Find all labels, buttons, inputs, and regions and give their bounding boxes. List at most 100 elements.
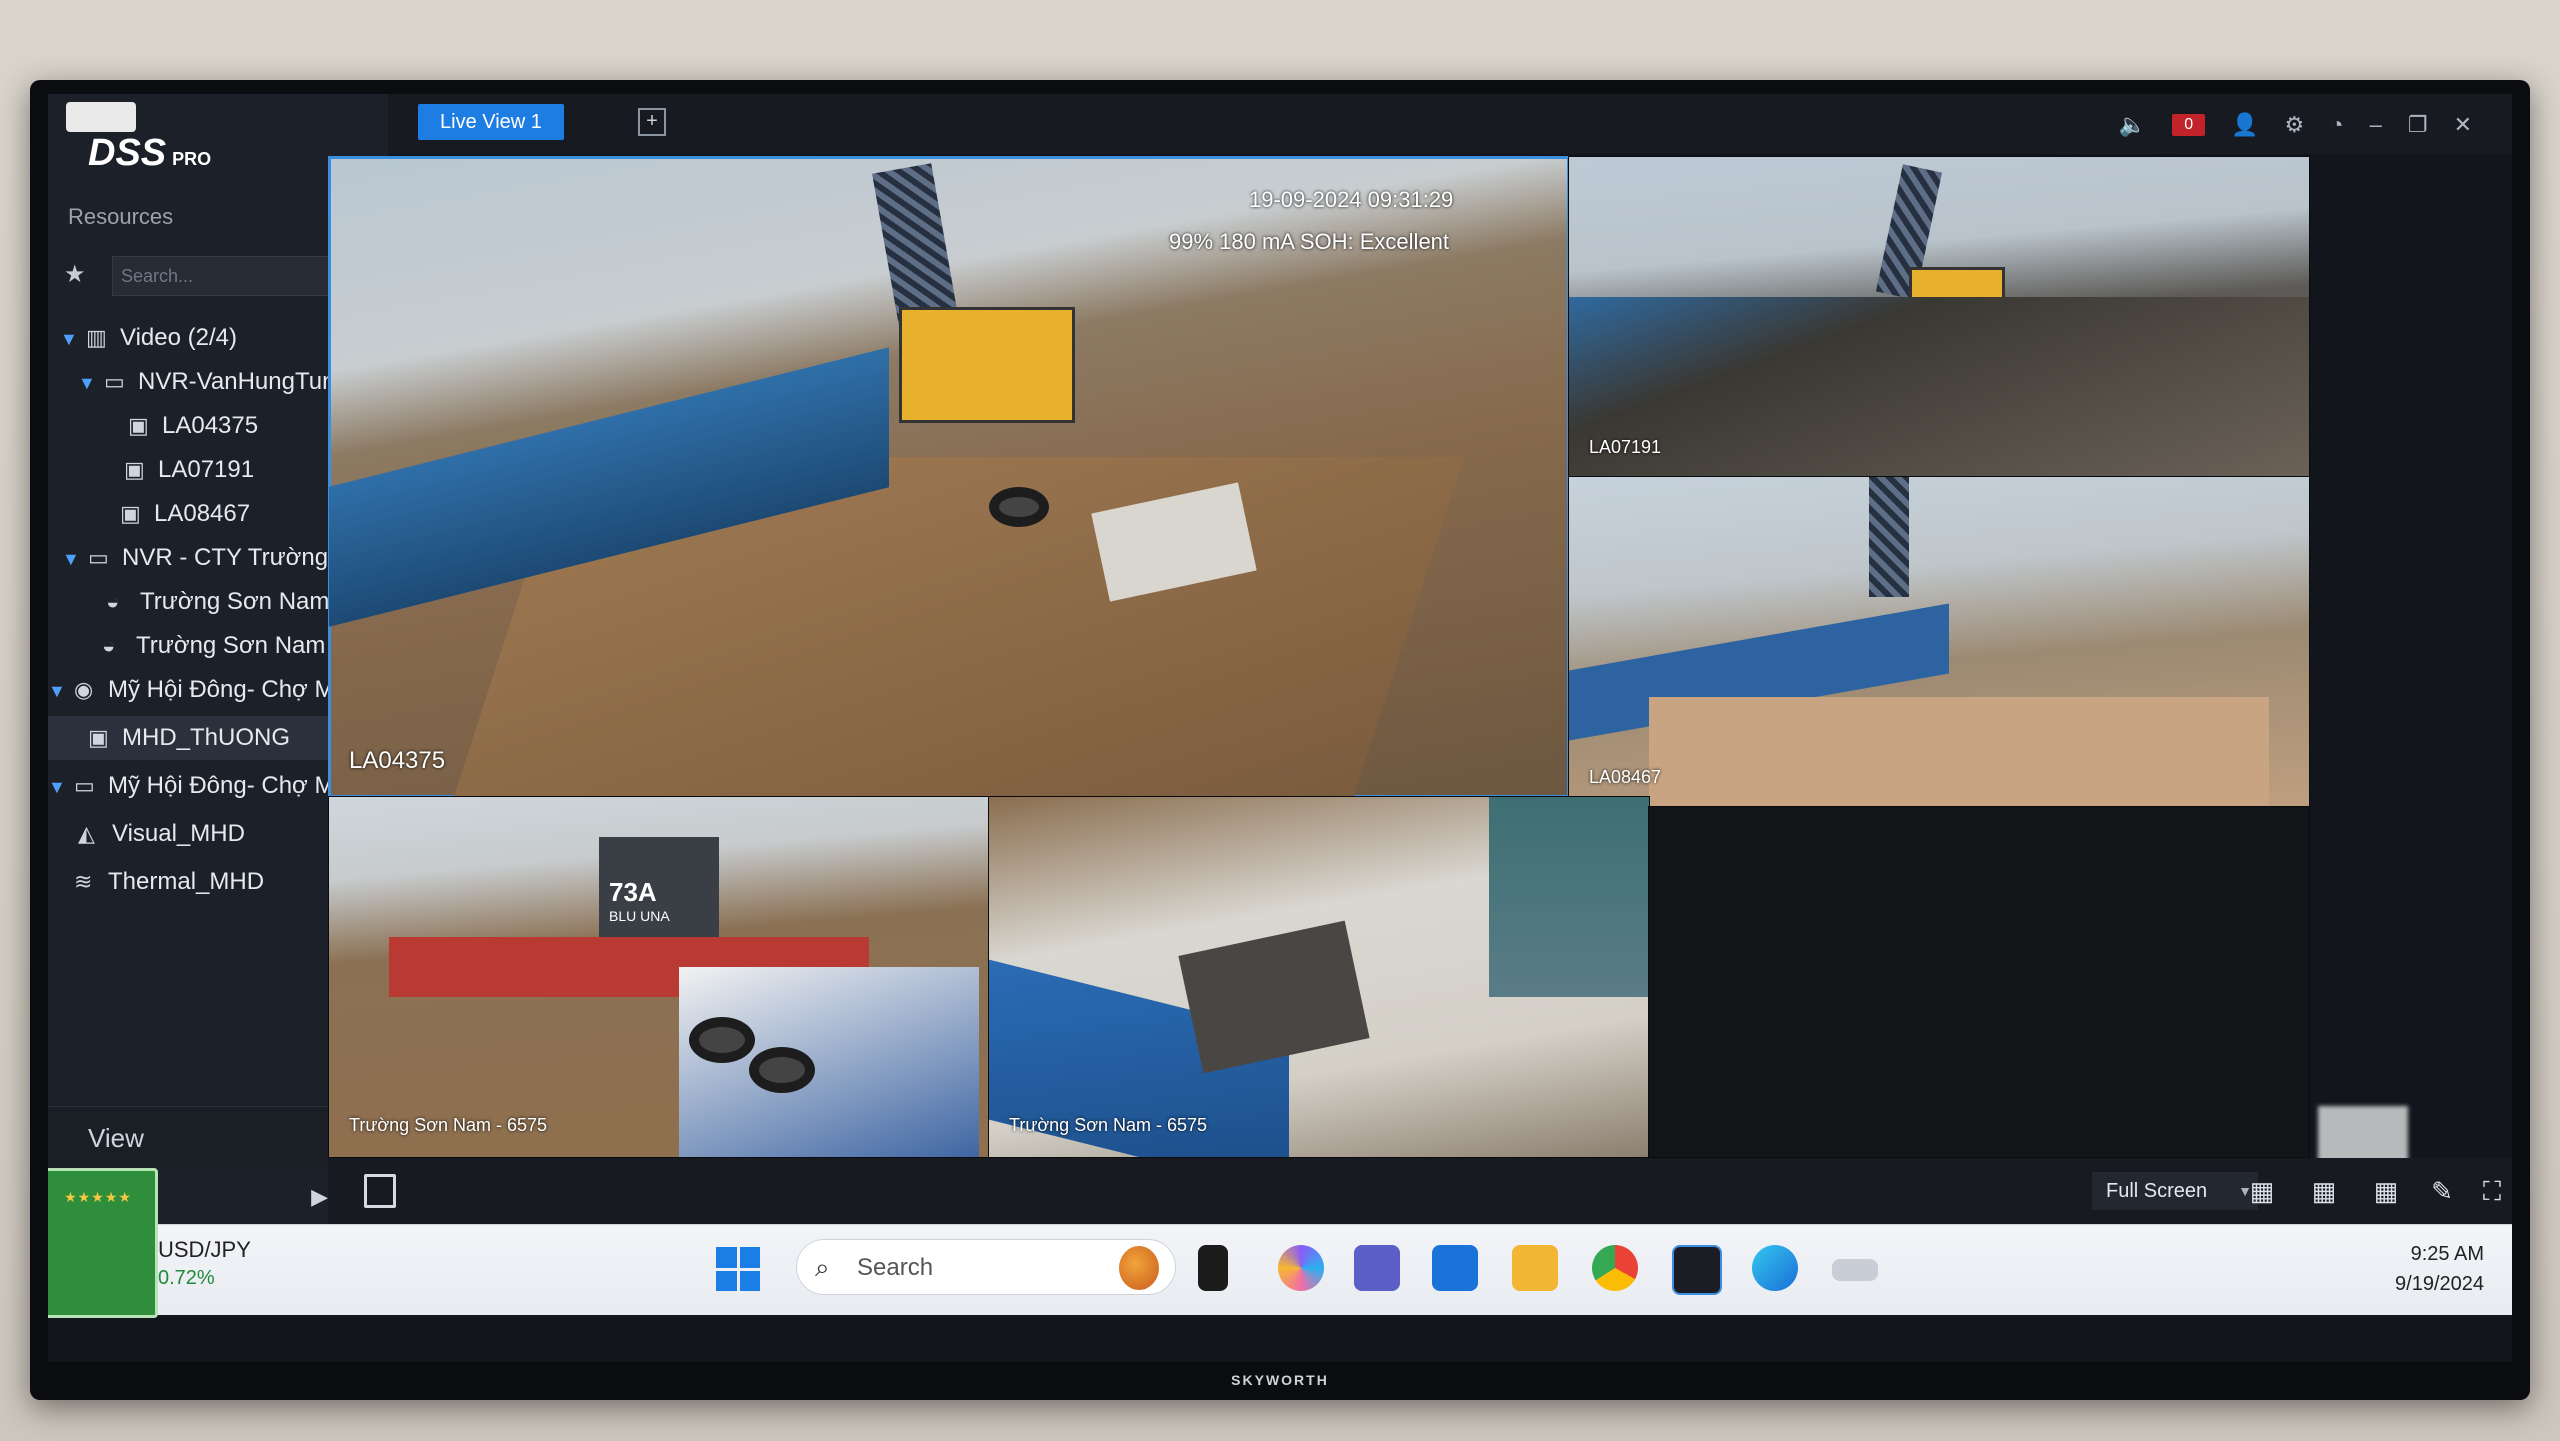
user-icon[interactable]: 👤 <box>2231 112 2258 138</box>
boat-number: 73A <box>609 877 657 907</box>
video-tile-bottom-mid[interactable]: Trường Sơn Nam - 6575 <box>988 796 1650 1158</box>
barge-deck <box>1569 297 2309 477</box>
crane-cab <box>899 307 1075 423</box>
tree-node-camera[interactable]: ▣ LA04375 <box>128 404 258 448</box>
dome-camera-icon: ◒ <box>106 589 120 614</box>
brand-card <box>66 102 136 132</box>
tire <box>689 1017 755 1063</box>
alarm-badge[interactable]: 0 <box>2172 114 2206 136</box>
search-icon: ⌕ <box>815 1252 830 1282</box>
tree-node-camera[interactable]: ◒ Trường Sơn Nam - <box>102 624 340 668</box>
camera-label: Trường Sơn Nam - 6575 <box>1009 1115 1208 1135</box>
tv-frame: DSSPRO Resources ▼ ★ ⌕ ▼▥Video (2/4) ▼▭N… <box>30 80 2530 1400</box>
windows-start-icon[interactable] <box>716 1247 760 1291</box>
edit-layout-icon[interactable]: ✎ <box>2426 1176 2458 1206</box>
camera-label: LA07191 <box>1589 437 1662 457</box>
layout-2x2-icon[interactable]: ▦ <box>2246 1176 2278 1206</box>
camera-icon: ▣ <box>124 457 145 482</box>
tab-live-view[interactable]: Live View 1 <box>418 104 564 140</box>
video-tile-main[interactable]: 19-09-2024 09:31:29 99% 180 mA SOH: Exce… <box>328 156 1570 798</box>
file-explorer-icon[interactable] <box>1512 1245 1558 1291</box>
video-tile-mid-right[interactable]: LA08467 <box>1568 476 2310 808</box>
clock-date: 9/19/2024 <box>2395 1273 2484 1295</box>
tree-node-nvr[interactable]: ▼ ▭ Mỹ Hội Đông- Chợ M <box>48 764 334 808</box>
adjacent-boat <box>1489 797 1649 997</box>
layout-3x3-icon[interactable]: ▦ <box>2308 1176 2340 1206</box>
fullscreen-icon[interactable]: ⛶ <box>2476 1176 2508 1206</box>
tree-node-camera[interactable]: ▣ LA08467 <box>120 492 250 536</box>
minimize-icon[interactable]: – <box>2370 112 2382 138</box>
view-label: View <box>88 1123 144 1153</box>
camera-label: Trường Sơn Nam - 6575 <box>349 1115 548 1135</box>
tire <box>989 487 1049 527</box>
performance-icon[interactable]: ◔ <box>2330 112 2343 138</box>
camera-icon: ▣ <box>120 501 141 526</box>
task-view-icon[interactable] <box>1198 1245 1228 1291</box>
video-timestamp: 19-09-2024 09:31:29 <box>1249 187 1454 212</box>
mail-icon[interactable] <box>1432 1245 1478 1291</box>
dome-camera-icon: ◒ <box>102 633 116 658</box>
widget-change: 0.72% <box>158 1267 215 1289</box>
dss-app-icon[interactable] <box>1672 1245 1722 1295</box>
restore-icon[interactable]: ❐ <box>2408 112 2428 138</box>
camera-icon: ▣ <box>88 725 109 750</box>
camera-icon: ▣ <box>128 413 149 438</box>
video-tile-top-right[interactable]: LA07191 <box>1568 156 2310 478</box>
fullscreen-label: Full Screen <box>2106 1180 2208 1202</box>
boat-name: BLU UNA <box>609 908 670 924</box>
edge-icon[interactable] <box>1752 1245 1798 1291</box>
camera-label: LA08467 <box>1589 767 1662 787</box>
video-tile-bottom-left[interactable]: 73A BLU UNA Trường Sơn Nam - 6575 <box>328 796 990 1158</box>
video-tree-icon: ▥ <box>86 325 107 350</box>
tree-node-device[interactable]: ▼ ◉ Mỹ Hội Đông- Chợ M <box>48 668 334 712</box>
thermal-camera-icon: ≋ <box>74 869 93 894</box>
tree-node-camera[interactable]: ◭ Visual_MHD <box>78 812 245 856</box>
nvr-icon: ▭ <box>104 369 125 394</box>
top-toolbar: 🔈 0 👤 ⚙ ◔ – ❐ ✕ <box>2119 108 2472 142</box>
video-tile-empty[interactable] <box>1648 806 2310 1158</box>
tree-node-video[interactable]: ▼ ▥ Video (2/4) <box>60 316 237 360</box>
tv-brand-logo: SKYWORTH <box>1231 1372 1329 1388</box>
tire <box>749 1047 815 1093</box>
resource-search-input[interactable] <box>112 256 340 296</box>
close-icon[interactable]: ✕ <box>2454 112 2472 138</box>
system-clock[interactable]: 9:25 AM 9/19/2024 <box>2395 1239 2484 1299</box>
copilot-icon[interactable] <box>1278 1245 1324 1291</box>
volume-icon[interactable]: 🔈 <box>2119 112 2146 138</box>
windows-taskbar: USD/JPY 0.72% ⌕ Search 9:25 AM 9/19/2024 <box>48 1224 2512 1315</box>
nvr-icon: ▭ <box>88 545 109 570</box>
search-highlight-icon <box>1119 1246 1159 1290</box>
excavator-bucket <box>1178 920 1370 1074</box>
teams-icon[interactable] <box>1354 1245 1400 1291</box>
stock-widget[interactable]: USD/JPY 0.72% <box>158 1237 251 1290</box>
barge-deck <box>1649 697 2269 807</box>
resources-label: Resources <box>68 204 174 229</box>
fullscreen-select[interactable]: Full Screen ▼ <box>2092 1172 2258 1210</box>
add-tab-icon[interactable]: + <box>638 108 666 136</box>
chrome-icon[interactable] <box>1592 1245 1638 1291</box>
battery-status: 99% 180 mA SOH: Excellent <box>1169 229 1450 254</box>
bottom-toolbar: Full Screen ▼ ▦ ▦ ▦ ✎ ⛶ <box>328 1158 2512 1224</box>
tree-node-camera[interactable]: ◒ Trường Sơn Nam - <box>106 580 344 624</box>
star-icon[interactable]: ★ <box>64 260 86 289</box>
app-edition: PRO <box>172 149 212 169</box>
widget-symbol: USD/JPY <box>158 1237 251 1262</box>
gear-icon[interactable]: ⚙ <box>2285 112 2305 138</box>
taskbar-search[interactable]: ⌕ Search <box>796 1239 1176 1295</box>
app-icon[interactable] <box>1832 1259 1878 1281</box>
clock-time: 9:25 AM <box>2410 1243 2484 1265</box>
taskbar-search-placeholder: Search <box>857 1254 934 1281</box>
crane-boom <box>1869 477 1909 597</box>
nvr-icon: ▭ <box>74 773 95 798</box>
save-view-icon[interactable] <box>364 1174 396 1208</box>
app-logo: DSS PRO <box>88 132 211 175</box>
video-grid: 19-09-2024 09:31:29 99% 180 mA SOH: Exce… <box>328 156 2408 1236</box>
tree-node-nvr[interactable]: ▼ ▭ NVR-VanHungTung <box>78 360 349 404</box>
tree-node-camera[interactable]: ≋ Thermal_MHD <box>74 860 264 904</box>
layout-4x4-icon[interactable]: ▦ <box>2370 1176 2402 1206</box>
chevron-right-icon[interactable]: ▶ <box>311 1184 328 1210</box>
tree-node-camera[interactable]: ▣ LA07191 <box>124 448 254 492</box>
top-bar: Live View 1 + 🔈 0 👤 ⚙ ◔ – ❐ ✕ <box>388 94 2512 154</box>
resources-header[interactable]: Resources ▼ <box>68 204 368 248</box>
certificate-sticker: ★★★★★ <box>48 1168 158 1318</box>
